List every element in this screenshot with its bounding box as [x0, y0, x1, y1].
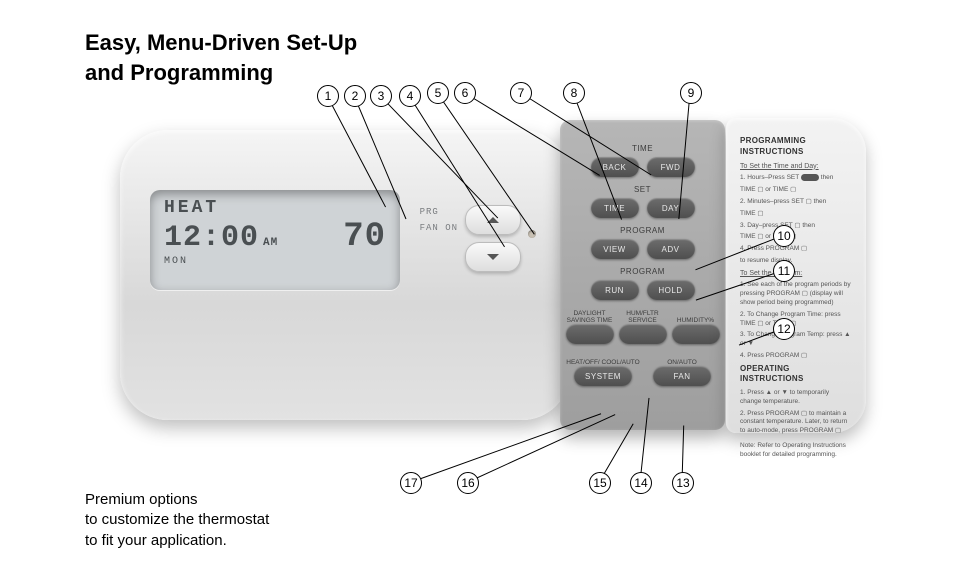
lcd-day: MON	[164, 256, 386, 267]
cover-s4b: to resume display.	[740, 257, 852, 266]
heading-line-2: and Programming	[85, 60, 273, 85]
dst-button[interactable]: .	[566, 324, 614, 344]
callout-6: 6	[454, 82, 476, 104]
callout-4: 4	[399, 85, 421, 107]
lcd-ampm: AM	[263, 237, 278, 249]
leader-line	[410, 413, 601, 483]
cap-mode: HEAT/OFF/ COOL/AUTO	[566, 352, 640, 366]
callout-3: 3	[370, 85, 392, 107]
callout-1: 1	[317, 85, 339, 107]
cover-s1b: TIME ▢ or TIME ▢	[740, 186, 852, 195]
lcd-mode: HEAT	[164, 198, 386, 218]
humidity-button[interactable]: .	[672, 324, 720, 344]
lcd-display: HEAT 12:00AM 70 MON PRG FAN ON	[150, 190, 400, 290]
cover-s2b: TIME ▢	[740, 210, 852, 219]
callout-15: 15	[589, 472, 611, 494]
cover-s4: 4. Press PROGRAM ▢	[740, 245, 852, 254]
cap-humfltr: HUM/FLTR SERVICE	[619, 310, 667, 324]
cover-s3: 3. Day–press SET ▢ then	[740, 222, 852, 231]
cover-s1: 1. Hours–Press SET	[740, 175, 799, 182]
thermostat-body: HEAT 12:00 AM 70 MON PRG FAN ON	[120, 130, 570, 420]
label-set-section: SET	[634, 185, 651, 194]
callout-11: 11	[773, 260, 795, 282]
label-time-section: TIME	[632, 144, 653, 153]
cover-title: PROGRAMMING INSTRUCTIONS	[740, 136, 852, 158]
instruction-cover: PROGRAMMING INSTRUCTIONS To Set the Time…	[726, 118, 866, 433]
callout-13: 13	[672, 472, 694, 494]
caption-line-2: to customize the thermostat	[85, 511, 269, 528]
lcd-temp: 70	[343, 218, 386, 256]
callout-9: 9	[680, 82, 702, 104]
callout-8: 8	[563, 82, 585, 104]
day-button[interactable]: DAY	[647, 198, 695, 218]
humfltr-button[interactable]: .	[619, 324, 667, 344]
cover-o1: 1. Press ▲ or ▼ to temporarily change te…	[740, 389, 852, 407]
caption-line-3: to fit your application.	[85, 532, 227, 549]
cap-onauto: ON/AUTO	[645, 352, 719, 366]
cover-p2: 2. To Change Program Time: press TIME ▢ …	[740, 311, 852, 329]
fwd-button[interactable]: FWD	[647, 157, 695, 177]
callout-7: 7	[510, 82, 532, 104]
lcd-fan-label: FAN ON	[420, 220, 458, 236]
chevron-down-icon	[486, 252, 500, 262]
run-button[interactable]: RUN	[591, 280, 639, 300]
cover-note: Note: Refer to Operating Instructions bo…	[740, 442, 852, 460]
system-button[interactable]: SYSTEM	[574, 366, 632, 386]
callout-5: 5	[427, 82, 449, 104]
callout-14: 14	[630, 472, 652, 494]
callout-12: 12	[773, 318, 795, 340]
heading-line-1: Easy, Menu-Driven Set-Up	[85, 30, 357, 55]
caption-line-1: Premium options	[85, 491, 198, 508]
cover-oh: OPERATING INSTRUCTIONS	[740, 364, 852, 386]
adv-button[interactable]: ADV	[647, 239, 695, 259]
cover-set-hdr: To Set the Time and Day:	[740, 163, 819, 170]
cover-s2: 2. Minutes–press SET ▢ then	[740, 198, 852, 207]
callout-10: 10	[773, 225, 795, 247]
view-button[interactable]: VIEW	[591, 239, 639, 259]
callout-16: 16	[457, 472, 479, 494]
cover-p1: 1. See each of the program periods by pr…	[740, 281, 852, 307]
label-program2-section: PROGRAM	[620, 267, 665, 276]
callout-2: 2	[344, 85, 366, 107]
label-program1-section: PROGRAM	[620, 226, 665, 235]
lcd-prg-label: PRG	[420, 204, 458, 220]
leader-line	[467, 414, 615, 483]
page-heading: Easy, Menu-Driven Set-Up and Programming	[85, 28, 357, 87]
hold-button[interactable]: HOLD	[647, 280, 695, 300]
cap-humidity: HUMIDITY%	[672, 310, 720, 324]
temp-down-button[interactable]	[465, 242, 521, 272]
cover-o2: 2. Press PROGRAM ▢ to maintain a constan…	[740, 410, 852, 436]
cover-s3b: TIME ▢ or TIME ▢	[740, 233, 852, 242]
fan-button[interactable]: FAN	[653, 366, 711, 386]
cover-p4: 4. Press PROGRAM ▢	[740, 352, 852, 361]
lcd-time: 12:00	[164, 221, 259, 255]
pill-icon	[801, 174, 819, 181]
cover-p3: 3. To Change Program Temp: press ▲ or ▼	[740, 331, 852, 349]
page-caption: Premium options to customize the thermos…	[85, 490, 269, 551]
callout-17: 17	[400, 472, 422, 494]
cap-dst: DAYLIGHT SAVINGS TIME	[566, 310, 614, 324]
